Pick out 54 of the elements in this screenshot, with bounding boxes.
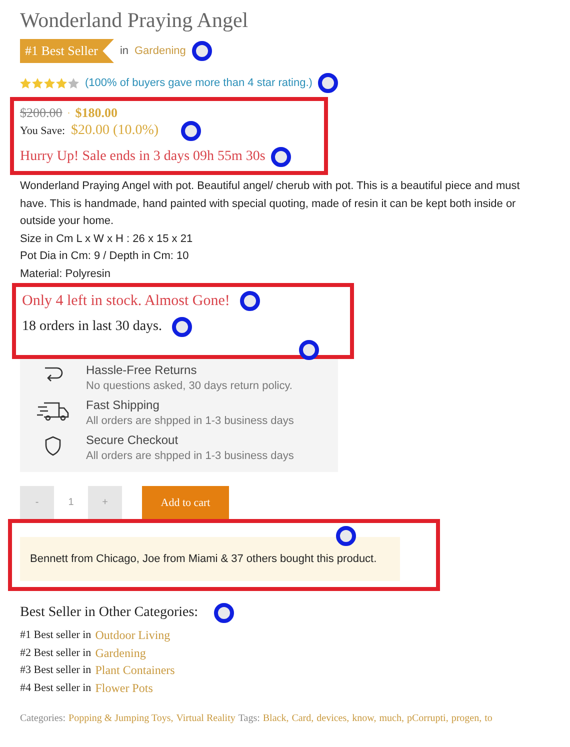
- rank-text: #4 Best seller in: [20, 680, 92, 696]
- star-icon: [44, 78, 55, 88]
- savings-amount: $20.00 (10.0%): [71, 123, 159, 139]
- tag-link[interactable]: know,: [352, 713, 376, 724]
- category-link[interactable]: Gardening: [134, 45, 186, 57]
- increase-button[interactable]: +: [88, 486, 122, 519]
- description-text: Size in Cm L x W x H : 26 x 15 x 21: [20, 232, 194, 246]
- tag-link[interactable]: devices,: [316, 713, 350, 724]
- best-seller-badge: #1 Best Seller: [20, 39, 114, 63]
- truck-icon: [36, 400, 70, 422]
- category-link[interactable]: Outdoor Living: [95, 627, 170, 644]
- add-to-cart-button[interactable]: Add to cart: [142, 486, 229, 519]
- stock-warning: Only 4 left in stock. Almost Gone!: [22, 292, 230, 310]
- countdown-text: Hurry Up! Sale ends in 3 days 09h 55m 30s: [20, 149, 266, 165]
- old-price: $200.00: [20, 105, 62, 121]
- rank-text: #3 Best seller in: [20, 663, 92, 678]
- tag-link[interactable]: Card,: [292, 713, 314, 724]
- feature-title: Secure Checkout: [86, 433, 180, 447]
- badge-text: in: [120, 45, 128, 57]
- tag-link[interactable]: progen,: [451, 713, 482, 724]
- rank-text: #1 Best seller in: [20, 628, 92, 643]
- description-text: Wonderland Praying Angel with pot. Beautiful angel/ cherub with pot. This is a beautiful piece and must have. This is handmade, hand painted with special quoting, made of resin it can be kept both inside or outside your home.: [20, 179, 521, 229]
- star-icon: [20, 78, 31, 88]
- price-separator: ·: [67, 108, 70, 118]
- star-icon: [32, 78, 43, 88]
- tag-link[interactable]: much,: [379, 713, 404, 724]
- decrease-button[interactable]: -: [20, 486, 54, 519]
- sale-price: $180.00: [75, 105, 118, 121]
- rating-text: (100% of buyers gave more than 4 star rating.): [85, 77, 312, 89]
- categories-label: Categories:: [20, 713, 66, 724]
- tag-link[interactable]: Black,: [262, 713, 289, 724]
- category-link[interactable]: Plant Containers: [95, 662, 175, 680]
- star-icon: [68, 78, 79, 88]
- category-link[interactable]: Virtual Reality: [176, 713, 236, 724]
- description-text: Pot Dia in Cm: 9 / Depth in Cm: 10: [20, 249, 190, 264]
- star-icon: [56, 78, 67, 88]
- category-link[interactable]: Popping & Jumping Toys,: [68, 713, 174, 724]
- feature-title: Fast Shipping: [86, 398, 160, 412]
- you-save-label: You Save:: [20, 125, 66, 137]
- category-link[interactable]: Flower Pots: [95, 680, 153, 697]
- category-link[interactable]: Gardening: [95, 644, 146, 662]
- section-heading: Best Seller in Other Categories:: [20, 605, 198, 621]
- rank-text: #2 Best seller in: [20, 646, 92, 660]
- feature-title: Hassle-Free Returns: [86, 363, 198, 377]
- recent-buyers-notice: Bennett from Chicago, Joe from Miami & 37 others bought this product.: [20, 537, 400, 581]
- feature-text: All orders are shpped in 1-3 business days: [86, 415, 295, 427]
- product-title: Wonderland Praying Angel: [20, 8, 250, 33]
- feature-text: No questions asked, 30 days return policy.: [86, 380, 294, 392]
- orders-count: 18 orders in last 30 days.: [22, 319, 162, 335]
- tag-link[interactable]: to: [484, 713, 492, 724]
- feature-text: All orders are shpped in 1-3 business days: [86, 450, 295, 462]
- tag-link[interactable]: pCorrupti,: [406, 713, 448, 724]
- tags-label: Tags:: [238, 713, 260, 724]
- description-text: Material: Polyresin: [20, 266, 112, 282]
